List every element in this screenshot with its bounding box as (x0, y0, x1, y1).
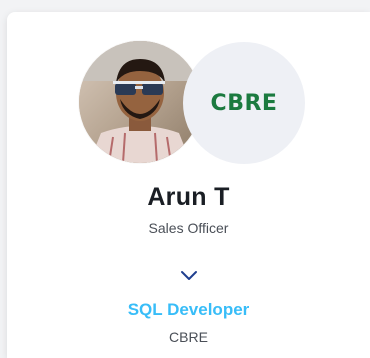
profile-name: Arun T (147, 183, 230, 211)
avatar-group: CBRE (79, 41, 305, 165)
company-logo: CBRE (183, 42, 305, 164)
profile-title: Sales Officer (148, 220, 229, 236)
chevron-down-icon[interactable] (177, 269, 201, 283)
profile-card: CBRE Arun T Sales Officer SQL Developer … (7, 12, 370, 358)
company-logo-text: CBRE (210, 90, 278, 116)
experience-role: SQL Developer (127, 300, 250, 319)
experience-company: CBRE (169, 329, 208, 345)
